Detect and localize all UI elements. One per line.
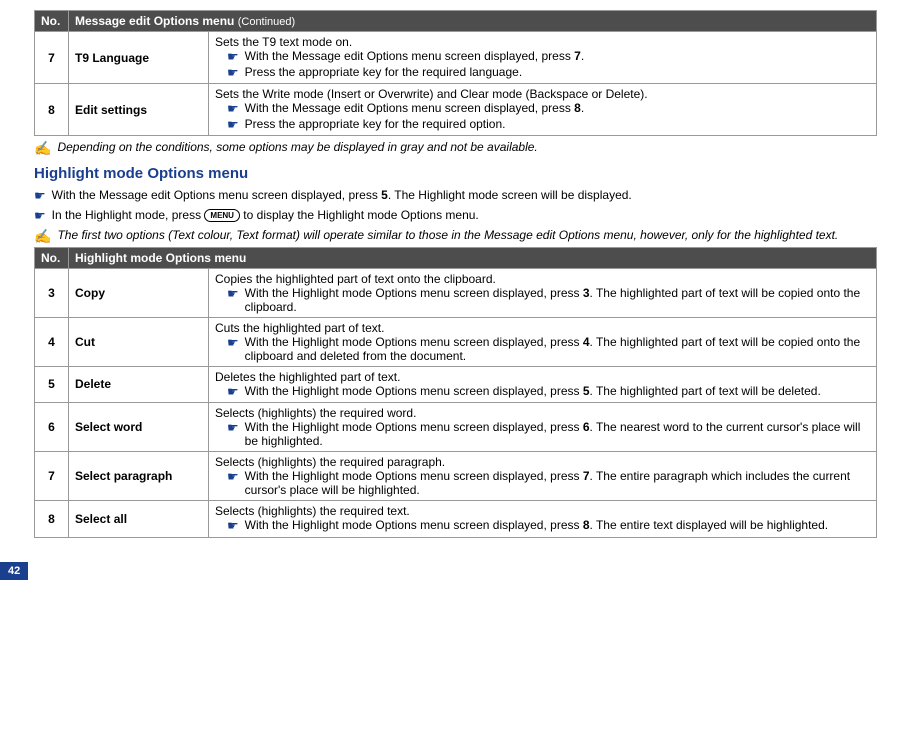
pointer-icon: ☛ [34,208,46,224]
intro-text: Selects (highlights) the required word. [215,406,870,420]
table-row: 6 Select word Selects (highlights) the r… [35,403,877,452]
step-line: ☛ With the Highlight mode Options menu s… [227,420,870,448]
highlight-mode-options-table: No. Highlight mode Options menu 3 Copy C… [34,247,877,538]
pointer-icon: ☛ [227,101,239,117]
intro-text: Sets the Write mode (Insert or Overwrite… [215,87,870,101]
pointer-icon: ☛ [34,188,46,204]
step-text: With the Highlight mode Options menu scr… [245,420,870,448]
step-line: ☛ With the Highlight mode Options menu s… [227,335,870,363]
row-num: 5 [35,366,69,403]
step-text: Press the appropriate key for the requir… [245,117,506,131]
pointer-icon: ☛ [227,65,239,81]
step-text: With the Message edit Options menu scree… [245,49,585,63]
pointer-icon: ☛ [227,518,239,534]
pointer-icon: ☛ [227,420,239,436]
table-row: 4 Cut Cuts the highlighted part of text.… [35,317,877,366]
instruction-line: ☛ In the Highlight mode, press MENU to d… [34,208,877,224]
note-icon: ✍ [34,229,51,243]
section-heading: Highlight mode Options menu [34,165,877,182]
page-number: 42 [0,562,28,580]
row-name: Cut [69,317,209,366]
note: ✍ The first two options (Text colour, Te… [34,228,877,243]
intro-text: Deletes the highlighted part of text. [215,370,870,384]
row-name: Select word [69,403,209,452]
note-icon: ✍ [34,141,51,155]
note-text: Depending on the conditions, some option… [57,140,537,154]
row-desc: Selects (highlights) the required text. … [209,501,877,538]
step-line: ☛ With the Highlight mode Options menu s… [227,384,870,400]
page-footer: 42 [34,556,877,580]
step-text: Press the appropriate key for the requir… [245,65,523,79]
pointer-icon: ☛ [227,384,239,400]
row-name: Copy [69,268,209,317]
pointer-icon: ☛ [227,117,239,133]
col-title: Message edit Options menu (Continued) [69,11,877,32]
row-num: 3 [35,268,69,317]
instruction-line: ☛ With the Message edit Options menu scr… [34,188,877,204]
intro-text: Selects (highlights) the required text. [215,504,870,518]
row-desc: Sets the T9 text mode on. ☛ With the Mes… [209,32,877,84]
row-num: 8 [35,84,69,136]
row-name: T9 Language [69,32,209,84]
row-num: 4 [35,317,69,366]
step-line: ☛ With the Message edit Options menu scr… [227,49,870,65]
menu-button-icon: MENU [204,209,240,222]
step-line: ☛ Press the appropriate key for the requ… [227,117,870,133]
step-line: ☛ Press the appropriate key for the requ… [227,65,870,81]
row-num: 6 [35,403,69,452]
pointer-icon: ☛ [227,49,239,65]
intro-text: Copies the highlighted part of text onto… [215,272,870,286]
row-num: 8 [35,501,69,538]
step-line: ☛ With the Highlight mode Options menu s… [227,518,870,534]
row-desc: Cuts the highlighted part of text. ☛ Wit… [209,317,877,366]
instruction-text: With the Message edit Options menu scree… [52,188,632,202]
step-text: With the Highlight mode Options menu scr… [245,286,870,314]
intro-text: Sets the T9 text mode on. [215,35,870,49]
pointer-icon: ☛ [227,469,239,485]
col-title: Highlight mode Options menu [69,247,877,268]
row-name: Delete [69,366,209,403]
row-desc: Selects (highlights) the required paragr… [209,452,877,501]
row-num: 7 [35,452,69,501]
table-row: 7 T9 Language Sets the T9 text mode on. … [35,32,877,84]
row-desc: Selects (highlights) the required word. … [209,403,877,452]
row-desc: Sets the Write mode (Insert or Overwrite… [209,84,877,136]
note: ✍ Depending on the conditions, some opti… [34,140,877,155]
table-row: 3 Copy Copies the highlighted part of te… [35,268,877,317]
table-row: 5 Delete Deletes the highlighted part of… [35,366,877,403]
intro-text: Cuts the highlighted part of text. [215,321,870,335]
message-edit-options-table: No. Message edit Options menu (Continued… [34,10,877,136]
step-text: With the Highlight mode Options menu scr… [245,469,870,497]
row-name: Select all [69,501,209,538]
step-text: With the Highlight mode Options menu scr… [245,384,821,398]
manual-page: No. Message edit Options menu (Continued… [0,0,905,590]
table-row: 7 Select paragraph Selects (highlights) … [35,452,877,501]
row-desc: Deletes the highlighted part of text. ☛ … [209,366,877,403]
intro-text: Selects (highlights) the required paragr… [215,455,870,469]
row-name: Edit settings [69,84,209,136]
col-no: No. [35,11,69,32]
note-text: The first two options (Text colour, Text… [57,228,838,242]
row-num: 7 [35,32,69,84]
table1-continued: (Continued) [238,16,295,28]
col-no: No. [35,247,69,268]
table-row: 8 Select all Selects (highlights) the re… [35,501,877,538]
pointer-icon: ☛ [227,286,239,302]
step-line: ☛ With the Highlight mode Options menu s… [227,469,870,497]
step-text: With the Highlight mode Options menu scr… [245,518,828,532]
row-name: Select paragraph [69,452,209,501]
step-text: With the Message edit Options menu scree… [245,101,585,115]
table-row: 8 Edit settings Sets the Write mode (Ins… [35,84,877,136]
table1-title: Message edit Options menu [75,14,234,28]
pointer-icon: ☛ [227,335,239,351]
row-desc: Copies the highlighted part of text onto… [209,268,877,317]
step-line: ☛ With the Highlight mode Options menu s… [227,286,870,314]
step-text: With the Highlight mode Options menu scr… [245,335,870,363]
step-line: ☛ With the Message edit Options menu scr… [227,101,870,117]
instruction-text: In the Highlight mode, press MENU to dis… [52,208,479,222]
